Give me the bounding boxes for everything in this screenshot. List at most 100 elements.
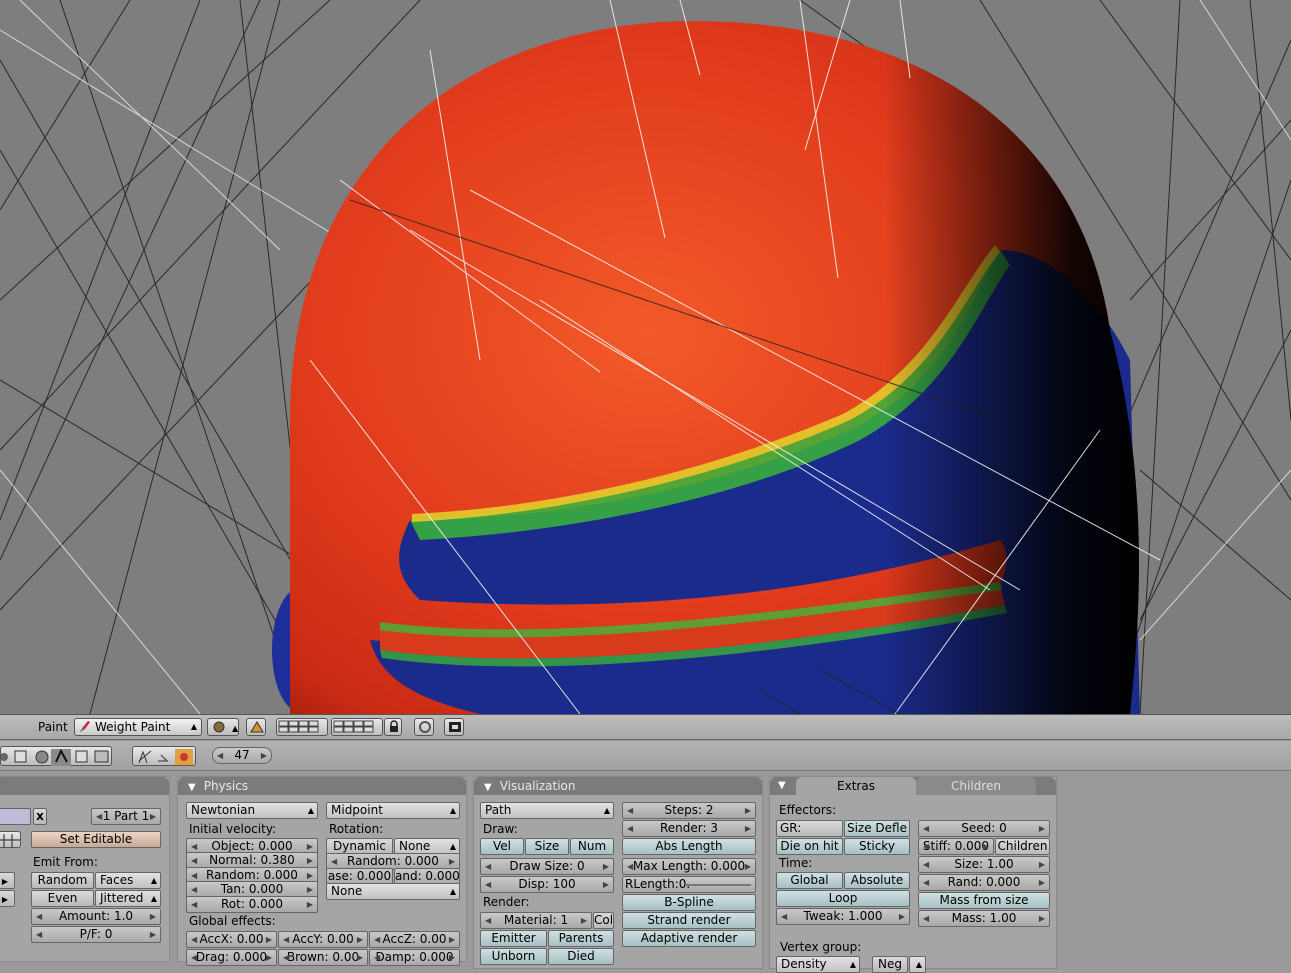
jittered-select[interactable]: Jittered ▲ xyxy=(95,890,161,907)
phase-value: ase: 0.000 xyxy=(327,869,392,883)
random-button[interactable]: Random xyxy=(31,872,94,889)
context-buttons[interactable] xyxy=(0,746,112,766)
died-button[interactable]: Died xyxy=(548,948,614,965)
part-selector[interactable]: ◀ 1 Part 1 ▶ xyxy=(91,808,161,825)
integrator-select[interactable]: Midpoint ▲ xyxy=(326,802,460,819)
render-steps-field[interactable]: ◀ Render: 3 ▶ xyxy=(622,820,756,837)
die-on-hit-button[interactable]: Die on hit xyxy=(776,838,843,855)
visualization-title-bar[interactable]: ▼ Visualization xyxy=(474,777,762,795)
steps-field[interactable]: ◀ Steps: 2 ▶ xyxy=(622,802,756,819)
disp-field[interactable]: ◀ Disp: 100 ▶ xyxy=(480,876,614,893)
absolute-button[interactable]: Absolute xyxy=(844,872,910,889)
initial-velocity-label: Initial velocity: xyxy=(189,822,277,836)
seed-value: Seed: 0 xyxy=(961,821,1007,835)
time-label: Time: xyxy=(779,856,813,870)
pivot-button[interactable] xyxy=(246,718,266,736)
abs-length-button[interactable]: Abs Length xyxy=(622,838,756,855)
particle-name-field[interactable] xyxy=(0,808,31,825)
brown-value: Brown: 0.00 xyxy=(286,950,360,964)
set-editable-button[interactable]: Set Editable xyxy=(31,831,161,848)
snap-icon[interactable] xyxy=(414,718,434,736)
vertex-group-select[interactable]: Density ▲ xyxy=(776,956,860,973)
faces-select[interactable]: Faces ▲ xyxy=(95,872,161,889)
mass-field[interactable]: ◀ Mass: 1.00 ▶ xyxy=(918,910,1050,927)
gr-field[interactable]: GR: xyxy=(776,820,843,837)
size-button[interactable]: Size xyxy=(525,838,569,855)
global-button[interactable]: Global xyxy=(776,872,843,889)
render-preview-icon[interactable] xyxy=(444,718,464,736)
layer-buttons-left[interactable] xyxy=(276,718,328,736)
parents-button[interactable]: Parents xyxy=(548,930,614,947)
emit-left-arrow[interactable]: ▶ xyxy=(0,872,15,889)
col-button[interactable]: Col xyxy=(593,912,614,929)
children-button[interactable]: Children xyxy=(995,838,1050,855)
seed-field[interactable]: ◀ Seed: 0 ▶ xyxy=(918,820,1050,837)
physics-context-buttons[interactable] xyxy=(132,746,196,766)
sticky-button[interactable]: Sticky xyxy=(844,838,910,855)
vel-button[interactable]: Vel xyxy=(480,838,524,855)
loop-button[interactable]: Loop xyxy=(776,890,910,907)
draw-mode-select[interactable]: Path ▲ xyxy=(480,802,614,819)
frame-number[interactable]: ◀ 47 ▶ xyxy=(212,747,272,764)
amount-field[interactable]: ◀ Amount: 1.0 ▶ xyxy=(31,908,161,925)
lock-icon[interactable] xyxy=(384,718,402,736)
extras-title-bar: ▼ Extras Children xyxy=(770,777,1056,795)
damp-field[interactable]: ◀ Damp: 0.000 ▶ xyxy=(369,949,460,966)
rand-field[interactable]: ◀ Rand: 0.000 ▶ xyxy=(918,874,1050,891)
size-value: Size: 1.00 xyxy=(954,857,1014,871)
tweak-field[interactable]: ◀ Tweak: 1.000 ▶ xyxy=(776,908,910,925)
panel-title-bar xyxy=(0,777,169,795)
draw-size-field[interactable]: ◀ Draw Size: 0 ▶ xyxy=(480,858,614,875)
bspline-button[interactable]: B-Spline xyxy=(622,894,756,911)
unborn-button[interactable]: Unborn xyxy=(480,948,547,965)
tab-extras[interactable]: Extras xyxy=(796,777,916,795)
accy-field[interactable]: ◀ AccY: 0.00 ▶ xyxy=(278,931,368,948)
tab-children[interactable]: Children xyxy=(916,777,1036,795)
integrator-value: Midpoint xyxy=(331,803,383,817)
mass-from-size-button[interactable]: Mass from size xyxy=(918,892,1050,909)
rlength-slider[interactable]: RLength:0. xyxy=(622,876,756,893)
collapse-triangle-icon: ▼ xyxy=(484,782,492,793)
neg-button[interactable]: Neg xyxy=(872,956,908,973)
num-button[interactable]: Num xyxy=(570,838,614,855)
pf-field[interactable]: ◀ P/F: 0 ▶ xyxy=(31,926,161,943)
even-left-arrow[interactable]: ▶ xyxy=(0,890,15,907)
draw-label: Draw: xyxy=(483,822,518,836)
accz-field[interactable]: ◀ AccZ: 0.00 ▶ xyxy=(369,931,460,948)
effectors-label: Effectors: xyxy=(779,803,837,817)
angular-velocity-value: None xyxy=(331,884,363,898)
size-deflect-button[interactable]: Size Defle xyxy=(844,820,910,837)
particle-system-panel: x ◀ 1 Part 1 ▶ Set Editable Emit From: ▶ R… xyxy=(0,776,170,962)
global-effects-label: Global effects: xyxy=(189,914,276,928)
damp-value: Damp: 0.000 xyxy=(375,950,454,964)
grid-icon[interactable] xyxy=(0,831,21,848)
max-length-field[interactable]: ◀ Max Length: 0.000 ▶ xyxy=(622,858,756,875)
close-button[interactable]: x xyxy=(33,808,47,825)
neg-select[interactable]: ▲ xyxy=(909,956,926,973)
brown-field[interactable]: ◀ Brown: 0.00 ▶ xyxy=(278,949,368,966)
strand-render-button[interactable]: Strand render xyxy=(622,912,756,929)
physics-title-bar[interactable]: ▼ Physics xyxy=(178,777,466,795)
random-velocity-value: Random: 0.000 xyxy=(206,868,298,882)
layer-buttons-right[interactable] xyxy=(331,718,383,736)
tan-value: Tan: 0.000 xyxy=(220,882,284,896)
drag-field[interactable]: ◀ Drag: 0.000 ▶ xyxy=(186,949,277,966)
mode-select[interactable]: Weight Paint ▲ xyxy=(74,718,202,736)
shading-select[interactable]: ▲ xyxy=(207,718,239,736)
stiff-field[interactable]: ◀ Stiff: 0.000 ▶ xyxy=(918,838,994,855)
extras-panel: ▼ Extras Children Effectors: GR: Size De… xyxy=(769,776,1057,973)
physics-panel: ▼ Physics Newtonian ▲ Midpoint ▲ Initial ve… xyxy=(177,776,467,966)
visualization-title: Visualization xyxy=(499,779,576,793)
angular-velocity-select[interactable]: None ▲ xyxy=(326,883,460,900)
rot-field[interactable]: ◀ Rot: 0.000 ▶ xyxy=(186,896,318,913)
size-field[interactable]: ◀ Size: 1.00 ▶ xyxy=(918,856,1050,873)
accx-field[interactable]: ◀ AccX: 0.00 ▶ xyxy=(186,931,277,948)
draw-size-value: Draw Size: 0 xyxy=(509,859,585,873)
amount-value: Amount: 1.0 xyxy=(58,909,134,923)
material-field[interactable]: ◀ Material: 1 ▶ xyxy=(480,912,592,929)
adaptive-render-button[interactable]: Adaptive render xyxy=(622,930,756,947)
emitter-button[interactable]: Emitter xyxy=(480,930,547,947)
even-button[interactable]: Even xyxy=(31,890,94,907)
physics-type-select[interactable]: Newtonian ▲ xyxy=(186,802,318,819)
3d-viewport[interactable] xyxy=(0,0,1291,714)
